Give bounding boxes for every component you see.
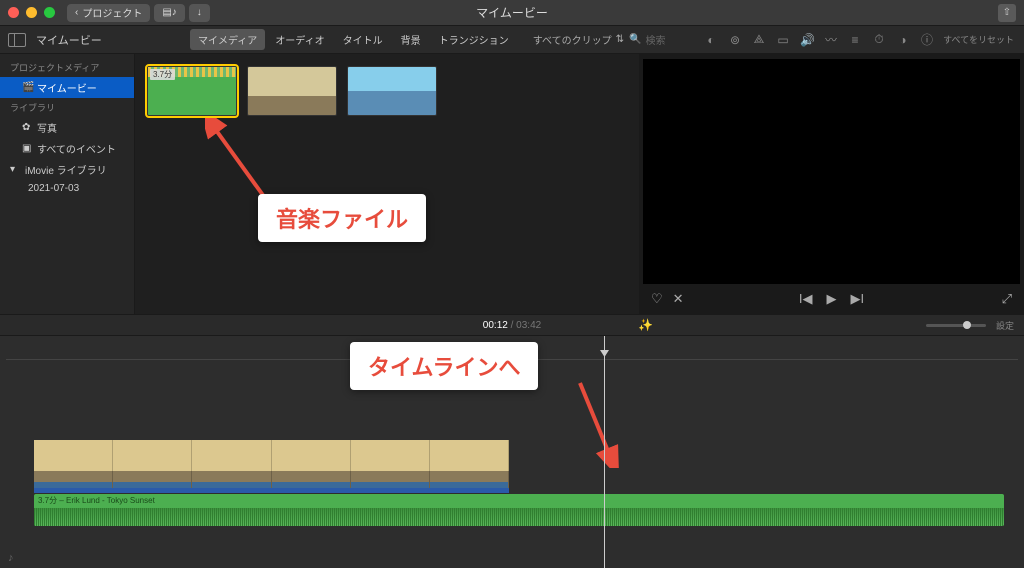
clip-video-1[interactable]: [247, 66, 337, 116]
attached-audio-bar[interactable]: [34, 488, 509, 493]
share-icon: ⇧: [1003, 7, 1011, 18]
current-time: 00:12: [483, 320, 508, 331]
sidebar-item-label: すべてのイベント: [37, 141, 116, 156]
audio-track[interactable]: 3.7分 – Erik Lund - Tokyo Sunset: [34, 494, 1004, 526]
main-area: プロジェクトメディア 🎬 マイムービー ライブラリ ✿ 写真 ▣ すべてのイベン…: [0, 54, 1024, 314]
clip-filter-dropdown[interactable]: すべてのクリップ ⇅: [533, 32, 624, 47]
search-placeholder: 検索: [645, 32, 665, 47]
video-track[interactable]: [34, 440, 509, 488]
sidebar-item-all-events[interactable]: ▣ すべてのイベント: [0, 138, 134, 159]
sidebar-section-project: プロジェクトメディア: [0, 58, 134, 77]
preview-viewer[interactable]: [643, 59, 1020, 284]
color-correct-icon[interactable]: ⊚: [728, 33, 742, 47]
favorite-icon[interactable]: ♡: [651, 291, 663, 307]
volume-icon[interactable]: 🔊: [800, 33, 814, 47]
close-window-icon[interactable]: [8, 7, 19, 18]
viewer-pane: ♡ ✕ I◀ ▶ ▶I ⤢: [639, 54, 1024, 314]
calendar-icon: ▣: [22, 143, 32, 154]
stabilize-icon[interactable]: ▭: [776, 33, 790, 47]
reset-all-button[interactable]: すべてをリセット: [943, 33, 1014, 46]
viewer-controls: ♡ ✕ I◀ ▶ ▶I ⤢: [639, 284, 1024, 314]
video-clip-segment[interactable]: [113, 440, 192, 488]
traffic-lights: [8, 7, 55, 18]
eq-icon[interactable]: ≡: [848, 33, 862, 47]
tab-backgrounds[interactable]: 背景: [393, 29, 429, 50]
audio-clip-label: 3.7分 – Erik Lund - Tokyo Sunset: [38, 495, 155, 506]
tab-audio[interactable]: オーディオ: [267, 29, 332, 50]
clip-video-2[interactable]: [347, 66, 437, 116]
timecode: 00:12 / 03:42: [483, 320, 541, 331]
crop-icon[interactable]: ⟁: [752, 32, 766, 47]
download-button[interactable]: ↓: [189, 4, 210, 22]
playhead[interactable]: [604, 336, 605, 568]
media-tabs: マイメディア オーディオ タイトル 背景 トランジション: [190, 29, 517, 50]
enhance-icon[interactable]: ✨: [638, 318, 653, 332]
sidebar: プロジェクトメディア 🎬 マイムービー ライブラリ ✿ 写真 ▣ すべてのイベン…: [0, 54, 135, 314]
next-icon[interactable]: ▶I: [851, 291, 865, 307]
minimize-window-icon[interactable]: [26, 7, 37, 18]
media-icon: ▤♪: [162, 7, 176, 18]
clip-duration: 3.7分: [150, 69, 175, 80]
sidebar-section-library: ライブラリ: [0, 98, 134, 117]
info-icon[interactable]: ⓘ: [920, 31, 934, 48]
breadcrumb: マイムービー: [36, 32, 102, 48]
back-label: プロジェクト: [82, 5, 142, 20]
titlebar-buttons: ‹ プロジェクト ▤♪ ↓: [67, 4, 210, 22]
annotation-callout-timeline: タイムラインへ: [350, 342, 538, 390]
video-clip-segment[interactable]: [34, 440, 113, 488]
search-field[interactable]: 🔍 検索: [629, 32, 665, 47]
window-titlebar: ‹ プロジェクト ▤♪ ↓ マイムービー ⇧: [0, 0, 1024, 26]
sidebar-item-label: 写真: [37, 120, 57, 135]
timeline-header: 00:12 / 03:42 ✨ 設定: [0, 314, 1024, 336]
filter-icon[interactable]: ◑: [896, 33, 910, 47]
sidebar-item-label: マイムービー: [37, 80, 97, 95]
sidebar-item-photos[interactable]: ✿ 写真: [0, 117, 134, 138]
toolbar: マイムービー マイメディア オーディオ タイトル 背景 トランジション すべての…: [0, 26, 1024, 54]
sidebar-item-label: iMovie ライブラリ: [25, 162, 107, 177]
tab-transitions[interactable]: トランジション: [431, 29, 517, 50]
clip-audio[interactable]: 3.7分: [147, 66, 237, 116]
video-clip-segment[interactable]: [351, 440, 430, 488]
zoom-slider[interactable]: [926, 324, 986, 327]
settings-button[interactable]: 設定: [996, 319, 1014, 332]
reject-icon[interactable]: ✕: [673, 291, 684, 307]
noise-icon[interactable]: 〰: [824, 31, 838, 48]
video-clip-segment[interactable]: [272, 440, 351, 488]
download-icon: ↓: [197, 7, 202, 18]
color-balance-icon[interactable]: ◐: [704, 33, 718, 47]
share-button[interactable]: ⇧: [998, 4, 1016, 22]
video-clip-segment[interactable]: [430, 440, 509, 488]
total-time: 03:42: [516, 320, 541, 331]
sidebar-item-label: 2021-07-03: [28, 183, 79, 194]
disclosure-triangle-icon[interactable]: ▾: [10, 164, 20, 175]
play-icon[interactable]: ▶: [827, 291, 837, 307]
sidebar-item-imovie-library[interactable]: ▾ iMovie ライブラリ: [0, 159, 134, 180]
clapper-icon: 🎬: [22, 82, 32, 93]
tab-titles[interactable]: タイトル: [335, 29, 391, 50]
tab-my-media[interactable]: マイメディア: [190, 29, 265, 50]
search-icon: 🔍: [629, 34, 641, 45]
window-title: マイムービー: [476, 4, 548, 21]
photos-icon: ✿: [22, 122, 32, 133]
speed-icon[interactable]: ⏱: [872, 32, 886, 47]
clip-filter-label: すべてのクリップ: [533, 32, 612, 47]
fullscreen-window-icon[interactable]: [44, 7, 55, 18]
chevron-left-icon: ‹: [75, 7, 78, 18]
back-to-projects-button[interactable]: ‹ プロジェクト: [67, 4, 150, 22]
music-track-icon: ♪: [8, 552, 14, 564]
annotation-callout-audio-file: 音楽ファイル: [258, 194, 426, 242]
waveform: [34, 508, 1004, 526]
sidebar-toggle-icon[interactable]: [8, 33, 26, 47]
media-browser: 3.7分: [135, 54, 639, 314]
media-import-button[interactable]: ▤♪: [154, 4, 184, 22]
prev-icon[interactable]: I◀: [799, 291, 813, 307]
sidebar-item-my-movie[interactable]: 🎬 マイムービー: [0, 77, 134, 98]
video-clip-segment[interactable]: [192, 440, 271, 488]
sidebar-item-date[interactable]: 2021-07-03: [0, 180, 134, 197]
viewer-tools: ◐ ⊚ ⟁ ▭ 🔊 〰 ≡ ⏱ ◑ ⓘ: [704, 31, 934, 48]
fullscreen-icon[interactable]: ⤢: [1002, 291, 1012, 307]
chevron-updown-icon: ⇅: [616, 34, 624, 45]
